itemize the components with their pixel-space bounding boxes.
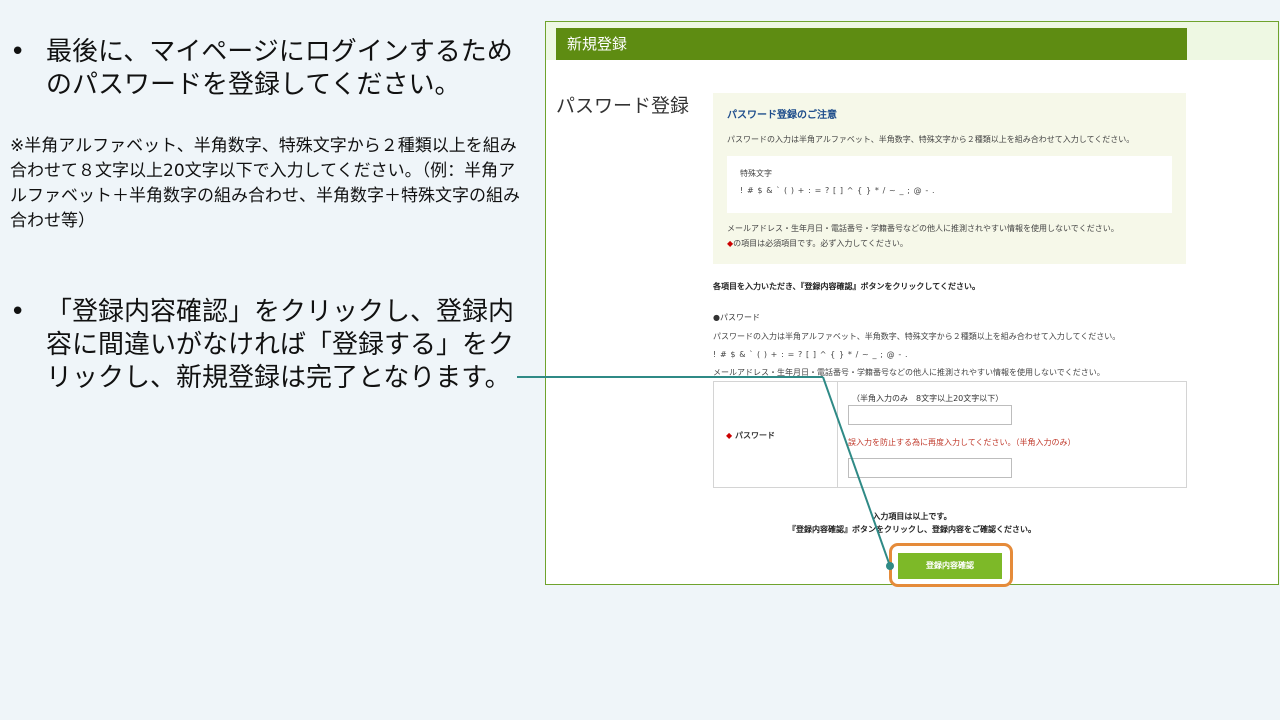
connector-line bbox=[517, 376, 894, 570]
connector-endpoint-dot bbox=[886, 562, 894, 570]
